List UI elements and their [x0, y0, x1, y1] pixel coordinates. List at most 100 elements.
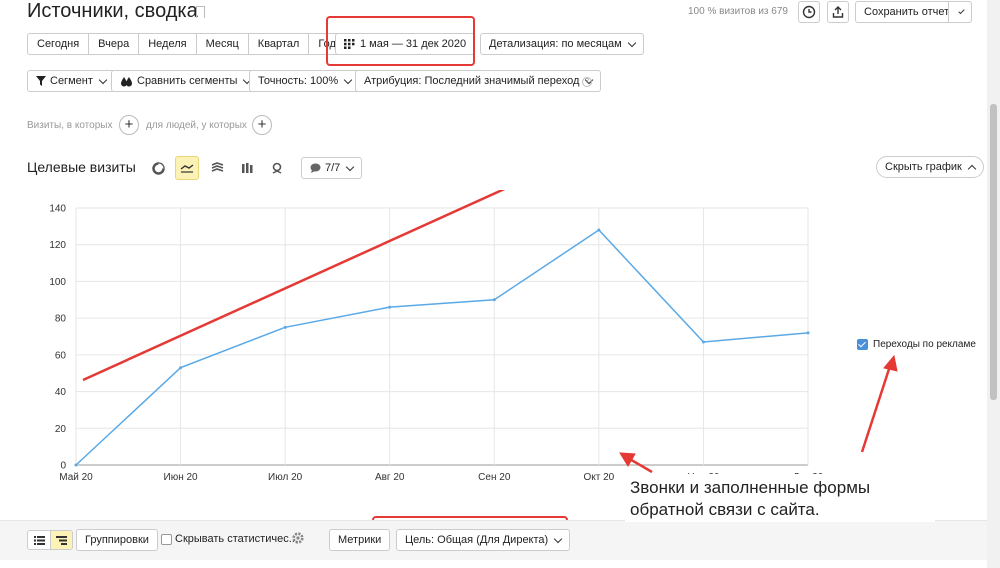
compare-label: Сравнить сегменты: [137, 75, 238, 87]
speech-bubble-icon: [310, 163, 321, 173]
history-button[interactable]: [798, 1, 820, 23]
annotation-text: Звонки и заполненные формы обратной связ…: [625, 474, 935, 522]
y-tick-label: 0: [60, 461, 66, 472]
hide-stats-label: Скрывать статистичес...: [175, 533, 298, 545]
data-point[interactable]: [388, 305, 392, 309]
goal-label: Цель: Общая (Для Директа): [405, 534, 549, 546]
hide-chart-button[interactable]: Скрыть график: [876, 156, 984, 178]
chevron-down-icon: [958, 7, 965, 14]
data-point[interactable]: [701, 340, 705, 344]
goal-dropdown[interactable]: Цель: Общая (Для Директа): [396, 529, 571, 551]
bar-chart-button[interactable]: [235, 156, 259, 180]
period-yesterday[interactable]: Вчера: [89, 34, 140, 54]
accuracy-dropdown[interactable]: Точность: 100%: [249, 70, 361, 92]
save-report-dropdown[interactable]: [948, 1, 972, 23]
table-header-strip: [0, 560, 1000, 568]
chevron-down-icon: [346, 162, 355, 171]
data-point[interactable]: [806, 331, 810, 335]
drops-icon: [121, 76, 132, 86]
x-tick-label: Июн 20: [164, 472, 199, 483]
view-toggle: [27, 530, 73, 550]
series-count: 7/7: [325, 162, 341, 174]
y-tick-label: 80: [55, 314, 67, 325]
save-report-button[interactable]: Сохранить отчет: [855, 1, 959, 23]
line-chart-icon: [180, 164, 194, 173]
stacked-area-icon: [211, 162, 223, 172]
map-chart-button[interactable]: [265, 156, 289, 180]
y-tick-label: 60: [55, 350, 67, 361]
legend-checkbox[interactable]: [857, 339, 868, 350]
period-quarter[interactable]: Квартал: [249, 34, 310, 54]
highlight-date-range: [326, 16, 475, 66]
visits-condition-label: Визиты, в которых: [27, 120, 113, 131]
pie-chart-icon: [151, 161, 165, 175]
x-tick-label: Июл 20: [268, 472, 303, 483]
settings-button[interactable]: [291, 531, 305, 548]
period-month[interactable]: Месяц: [197, 34, 249, 54]
help-icon[interactable]: ?: [582, 77, 592, 87]
compare-segments-button[interactable]: Сравнить сегменты: [111, 70, 260, 92]
detail-label: Детализация: по месяцам: [489, 38, 622, 50]
period-today[interactable]: Сегодня: [28, 34, 90, 54]
add-visit-condition-button[interactable]: +: [119, 115, 139, 135]
chart-legend: Переходы по рекламе: [857, 339, 976, 350]
chart-title: Целевые визиты: [27, 159, 136, 175]
page-scrollbar[interactable]: [987, 0, 1000, 568]
gear-icon: [292, 532, 304, 544]
hide-stats-checkbox[interactable]: [161, 534, 172, 545]
y-tick-label: 40: [55, 387, 67, 398]
people-condition-label: для людей, у которых: [146, 120, 247, 131]
series-selector[interactable]: 7/7: [301, 157, 363, 179]
bar-chart-icon: [241, 163, 252, 173]
clock-icon: [802, 5, 816, 19]
x-tick-label: Окт 20: [583, 472, 614, 483]
page-title: Источники, сводка: [27, 0, 198, 22]
attribution-dropdown[interactable]: Атрибуция: Последний значимый переход: [355, 70, 602, 92]
detail-dropdown[interactable]: Детализация: по месяцам: [480, 33, 644, 55]
legend-series-name: Переходы по рекламе: [873, 339, 976, 350]
x-tick-label: Май 20: [59, 472, 93, 483]
x-tick-label: Сен 20: [478, 472, 511, 483]
chevron-down-icon: [553, 534, 563, 543]
data-point[interactable]: [492, 298, 496, 302]
bookmark-icon[interactable]: [196, 6, 205, 18]
tree-view-button[interactable]: [50, 531, 72, 549]
attribution-label: Атрибуция: Последний значимый переход: [364, 75, 580, 87]
line-chart-button[interactable]: [175, 156, 199, 180]
arrow-legend: [860, 365, 892, 453]
add-people-condition-button[interactable]: +: [252, 115, 272, 135]
list-icon: [33, 535, 45, 545]
groupings-label: Группировки: [85, 534, 149, 546]
series-line: [75, 229, 809, 466]
annotation-arrows: [82, 190, 898, 474]
pie-chart-button[interactable]: [146, 156, 170, 180]
metrics-button[interactable]: Метрики: [329, 529, 391, 551]
data-point[interactable]: [74, 463, 78, 467]
share-icon: [832, 6, 844, 18]
segment-label: Сегмент: [50, 75, 93, 87]
y-tick-label: 120: [49, 240, 66, 251]
arrow-trend: [82, 190, 506, 382]
y-tick-label: 20: [55, 424, 67, 435]
export-button[interactable]: [827, 1, 849, 23]
groupings-button[interactable]: Группировки: [76, 529, 158, 551]
data-point[interactable]: [597, 228, 601, 232]
list-view-button[interactable]: [28, 531, 50, 549]
period-week[interactable]: Неделя: [139, 34, 197, 54]
filter-icon: [36, 76, 46, 86]
scroll-thumb[interactable]: [990, 104, 997, 400]
segment-button[interactable]: Сегмент: [27, 70, 115, 92]
arrow-legend-head: [883, 354, 898, 372]
chevron-down-icon: [627, 38, 636, 47]
line-chart: 0 20 40 60 80 100 120 140 Май 20 Июн 20 Июл 20 Авг…: [49, 190, 898, 483]
x-tick-label: Авг 20: [375, 472, 405, 483]
map-pin-icon: [272, 162, 282, 174]
chevron-up-icon: [967, 164, 977, 173]
data-point[interactable]: [179, 366, 183, 370]
tree-icon: [56, 535, 67, 545]
area-chart-button[interactable]: [205, 156, 229, 180]
accuracy-label: Точность: 100%: [258, 75, 339, 87]
y-tick-label: 140: [49, 204, 66, 215]
data-point[interactable]: [283, 325, 287, 329]
chevron-down-icon: [98, 75, 108, 84]
